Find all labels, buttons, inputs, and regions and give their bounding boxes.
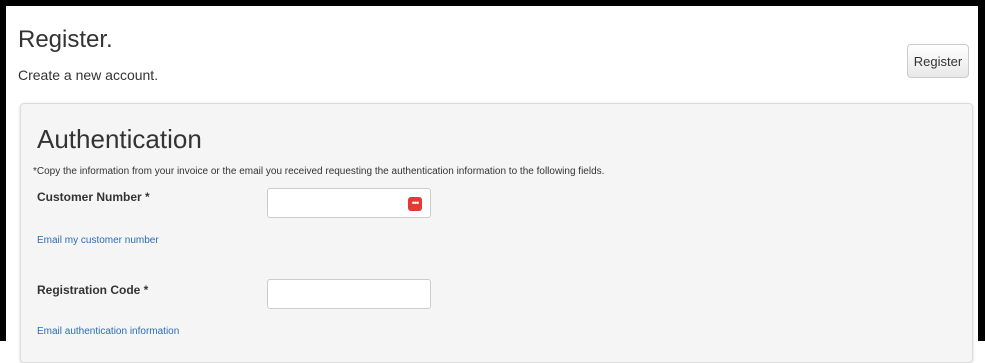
authentication-instructions: *Copy the information from your invoice … bbox=[33, 166, 605, 177]
customer-number-label: Customer Number * bbox=[37, 190, 150, 204]
email-authentication-information-link[interactable]: Email authentication information bbox=[37, 326, 179, 337]
authentication-title: Authentication bbox=[37, 124, 202, 154]
page-subtitle: Create a new account. bbox=[18, 67, 159, 83]
email-customer-number-link[interactable]: Email my customer number bbox=[37, 235, 159, 246]
password-manager-icon[interactable]: ••• bbox=[408, 197, 422, 211]
page-frame: Register. Create a new account. Register… bbox=[0, 0, 985, 363]
authentication-panel: Authentication *Copy the information fro… bbox=[20, 103, 973, 363]
register-button[interactable]: Register bbox=[907, 44, 969, 78]
customer-number-input[interactable]: ••• bbox=[267, 188, 431, 218]
page-title: Register. bbox=[18, 26, 113, 53]
registration-code-input[interactable] bbox=[267, 279, 431, 309]
registration-code-label: Registration Code * bbox=[37, 283, 149, 297]
